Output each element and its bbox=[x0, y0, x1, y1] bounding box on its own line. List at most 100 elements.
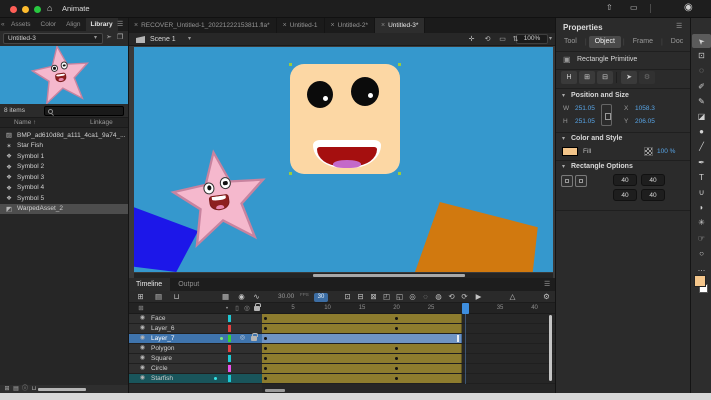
document-tab[interactable]: ×Untitled-2* bbox=[325, 18, 375, 33]
line-tool[interactable]: ╱ bbox=[692, 140, 711, 154]
stage[interactable] bbox=[134, 47, 553, 272]
center-stage-icon[interactable]: ✛ bbox=[465, 33, 478, 46]
new-folder-icon[interactable]: ▤ bbox=[12, 385, 20, 393]
selection-tool[interactable]: ➤ bbox=[692, 34, 711, 48]
insert-blank-keyframe-icon[interactable]: ⊟ bbox=[354, 291, 367, 303]
onion-skin-icon[interactable]: ◎ bbox=[406, 291, 419, 303]
pen-tool[interactable]: ✒ bbox=[692, 156, 711, 170]
layer-color-swatch[interactable] bbox=[228, 325, 231, 332]
corner-radius-input[interactable]: 40 bbox=[613, 174, 637, 186]
remove-frame-icon[interactable]: ⊠ bbox=[367, 291, 380, 303]
zoom-stepper-icon[interactable]: ⇅ bbox=[509, 33, 522, 46]
layer-color-swatch[interactable] bbox=[228, 355, 231, 362]
layer-visibility-icon[interactable]: ◉ bbox=[138, 314, 147, 323]
onion-markers-icon[interactable]: ◉ bbox=[235, 291, 248, 303]
new-library-panel-icon[interactable]: ❐ bbox=[117, 33, 123, 41]
alpha-input[interactable]: 100 % bbox=[657, 148, 675, 155]
layer-frames-starfish[interactable] bbox=[262, 374, 555, 384]
edit-multiple-frames-icon[interactable]: ◍ bbox=[432, 291, 445, 303]
flip-horizontal-button[interactable]: H bbox=[561, 71, 577, 84]
chevron-down-icon[interactable]: ▾ bbox=[562, 135, 565, 142]
properties-tab-frame[interactable]: Frame bbox=[627, 36, 659, 48]
text-tool[interactable]: T bbox=[692, 171, 711, 185]
timeline-tab-output[interactable]: Output bbox=[170, 278, 207, 291]
library-item[interactable]: ❖Symbol 1 bbox=[0, 151, 128, 162]
layer-color-swatch[interactable] bbox=[228, 345, 231, 352]
layer-frames-polygon[interactable] bbox=[262, 344, 555, 354]
insert-keyframe-icon[interactable]: ⊡ bbox=[341, 291, 354, 303]
timeline-settings-icon[interactable]: ⚙ bbox=[540, 291, 553, 303]
insert-frame-icon[interactable]: ⊞ bbox=[134, 291, 147, 303]
layer-row-polygon[interactable]: ◉Polygon bbox=[128, 344, 262, 354]
panel-tab-assets[interactable]: Assets bbox=[6, 18, 36, 31]
library-item[interactable]: ◩WarpedAsset_2 bbox=[0, 204, 128, 215]
user-avatar[interactable]: ◉ bbox=[684, 2, 693, 13]
close-tab-icon[interactable]: × bbox=[134, 22, 138, 29]
new-folder-icon[interactable]: ▤ bbox=[152, 291, 165, 303]
layer-visibility-icon[interactable]: ◉ bbox=[138, 374, 147, 383]
settings-button[interactable]: ⚙ bbox=[639, 71, 655, 84]
layer-row-layer_7[interactable]: ◉Layer_7◎ bbox=[128, 334, 262, 344]
loop-icon[interactable]: ⟳ bbox=[458, 291, 471, 303]
column-linkage[interactable]: Linkage bbox=[90, 118, 113, 128]
onion-outlines-icon[interactable]: ◌ bbox=[419, 291, 432, 303]
center-frame-icon[interactable]: △ bbox=[506, 291, 519, 303]
library-item[interactable]: ❖Symbol 5 bbox=[0, 193, 128, 204]
library-item[interactable]: ▨BMP_ad610d8d_a111_4ca1_9a74_... bbox=[0, 130, 128, 141]
color-style-header[interactable]: Color and Style bbox=[571, 135, 622, 142]
selection-handle[interactable] bbox=[289, 172, 292, 175]
properties-tab-tool[interactable]: Tool bbox=[558, 36, 583, 48]
x-input[interactable]: 1058.3 bbox=[635, 105, 655, 112]
fluid-brush-tool[interactable]: ✐ bbox=[692, 80, 711, 94]
share-icon[interactable]: ⇧ bbox=[606, 3, 613, 12]
modify-markers-icon[interactable]: ⟲ bbox=[445, 291, 458, 303]
layer-visibility-icon[interactable]: ◉ bbox=[138, 344, 147, 353]
frame-span[interactable] bbox=[262, 364, 462, 373]
workspace-icon[interactable]: ▭ bbox=[630, 3, 638, 12]
h-input[interactable]: 251.05 bbox=[575, 118, 595, 125]
free-transform-tool[interactable]: ⊡ bbox=[692, 49, 711, 63]
layer-row-face[interactable]: ◉Face bbox=[128, 314, 262, 324]
chevron-down-icon[interactable]: ▾ bbox=[562, 92, 565, 99]
y-input[interactable]: 206.05 bbox=[635, 118, 655, 125]
panel-tab-library[interactable]: Library bbox=[86, 18, 118, 31]
face-rectangle-shape[interactable] bbox=[290, 64, 400, 174]
corner-radius-unlink-button[interactable] bbox=[575, 175, 587, 187]
layer-lock-icon[interactable] bbox=[251, 336, 257, 341]
current-frame-badge[interactable]: 30 bbox=[314, 293, 328, 302]
maximize-window-button[interactable] bbox=[34, 6, 41, 13]
corner-radius-input[interactable]: 40 bbox=[613, 189, 637, 201]
layer-onion-icon[interactable]: ◎ bbox=[238, 334, 247, 343]
properties-tab-doc[interactable]: Doc bbox=[665, 36, 689, 48]
properties-tab-object[interactable]: Object bbox=[589, 36, 621, 48]
layer-frames-circle[interactable] bbox=[262, 364, 555, 374]
timeline-tab-timeline[interactable]: Timeline bbox=[128, 278, 170, 291]
library-hscroll[interactable] bbox=[38, 388, 86, 391]
item-properties-icon[interactable]: ⓘ bbox=[21, 385, 29, 393]
selection-handle[interactable] bbox=[398, 63, 401, 66]
rectangle-options-header[interactable]: Rectangle Options bbox=[571, 163, 633, 170]
zoom-tool[interactable]: ○ bbox=[692, 247, 711, 261]
more-tools[interactable]: … bbox=[692, 262, 711, 276]
layer-visibility-icon[interactable]: ◉ bbox=[138, 334, 147, 343]
document-tab[interactable]: ×Untitled-3* bbox=[375, 18, 425, 33]
frame-view-icon[interactable]: ∿ bbox=[250, 291, 263, 303]
fill-color-swatch[interactable] bbox=[562, 147, 578, 156]
w-input[interactable]: 251.05 bbox=[575, 105, 595, 112]
timeline-vscroll[interactable] bbox=[549, 315, 552, 381]
delete-icon[interactable]: ⊔ bbox=[170, 291, 183, 303]
selection-handle[interactable] bbox=[398, 172, 401, 175]
eraser-tool[interactable]: ◪ bbox=[692, 110, 711, 124]
frame-span[interactable] bbox=[262, 314, 462, 323]
layer-color-swatch[interactable] bbox=[228, 315, 231, 322]
chevron-down-icon[interactable]: ▾ bbox=[188, 33, 191, 46]
close-tab-icon[interactable]: × bbox=[283, 22, 287, 29]
canvas-hscroll[interactable] bbox=[313, 274, 465, 277]
lasso-tool[interactable]: ◌ bbox=[692, 64, 711, 78]
layer-frames-layer_7[interactable] bbox=[262, 334, 555, 344]
delete-item-icon[interactable]: ⊔ bbox=[30, 385, 38, 393]
close-tab-icon[interactable]: × bbox=[381, 22, 385, 29]
swap-symbol-button[interactable]: ⊞ bbox=[579, 71, 595, 84]
layer-frames-square[interactable] bbox=[262, 354, 555, 364]
frame-span[interactable] bbox=[262, 344, 462, 353]
